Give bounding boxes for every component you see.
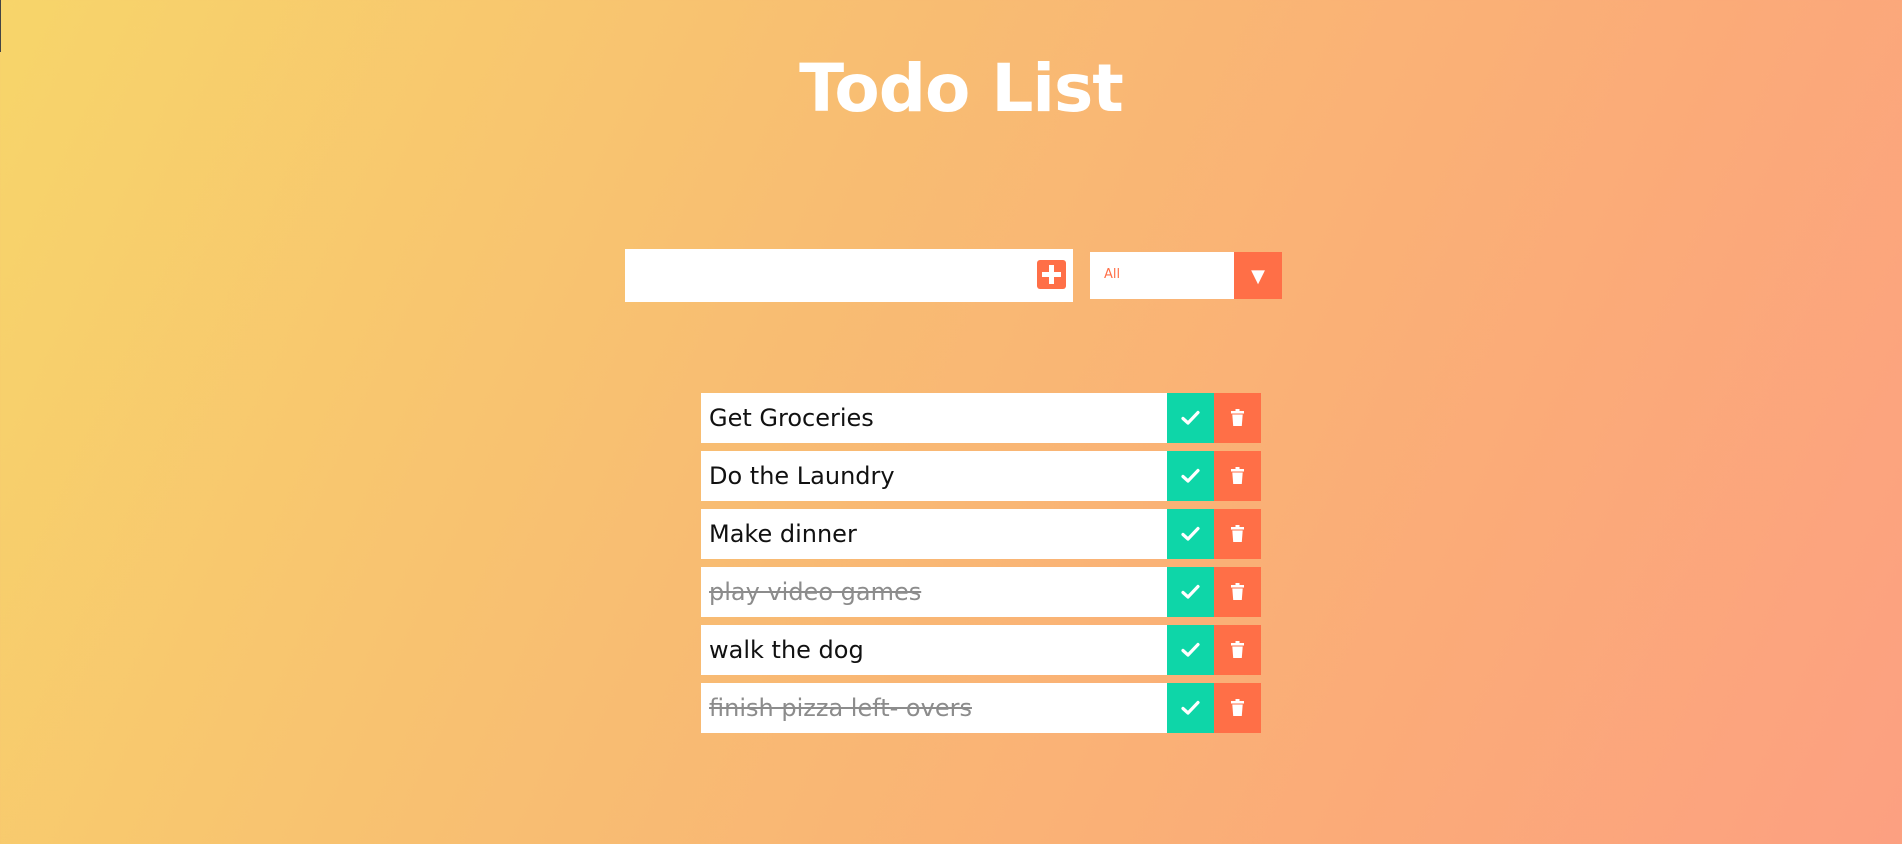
check-icon — [1181, 584, 1200, 599]
trash-icon — [1231, 583, 1244, 600]
page-title: Todo List — [799, 50, 1124, 127]
delete-button[interactable] — [1214, 509, 1261, 559]
check-icon — [1181, 700, 1200, 715]
complete-button[interactable] — [1167, 509, 1214, 559]
complete-button[interactable] — [1167, 393, 1214, 443]
todo-text: walk the dog — [709, 636, 864, 664]
check-icon — [1181, 410, 1200, 425]
todo-text: Get Groceries — [709, 404, 874, 432]
delete-button[interactable] — [1214, 567, 1261, 617]
trash-icon — [1231, 525, 1244, 542]
todo-item: finish pizza left- overs — [701, 683, 1261, 733]
filter-selected-value: All — [1104, 267, 1121, 282]
trash-icon — [1231, 467, 1244, 484]
check-icon — [1181, 468, 1200, 483]
complete-button[interactable] — [1167, 683, 1214, 733]
trash-icon — [1231, 409, 1244, 426]
plus-icon — [1042, 265, 1061, 284]
complete-button[interactable] — [1167, 451, 1214, 501]
trash-icon — [1231, 699, 1244, 716]
todo-text: play video games — [709, 578, 922, 606]
todo-item: Make dinner — [701, 509, 1261, 559]
complete-button[interactable] — [1167, 567, 1214, 617]
filter-select[interactable]: All ▼ — [1090, 252, 1282, 299]
todo-list: Get Groceries Do the Laundry Make dinner… — [701, 393, 1261, 741]
todo-item: Do the Laundry — [701, 451, 1261, 501]
todo-item: Get Groceries — [701, 393, 1261, 443]
complete-button[interactable] — [1167, 625, 1214, 675]
caret-down-icon[interactable]: ▼ — [1234, 252, 1282, 299]
todo-input[interactable] — [625, 249, 1025, 302]
todo-item: walk the dog — [701, 625, 1261, 675]
delete-button[interactable] — [1214, 393, 1261, 443]
todo-text: Make dinner — [709, 520, 857, 548]
check-icon — [1181, 526, 1200, 541]
todo-item: play video games — [701, 567, 1261, 617]
check-icon — [1181, 642, 1200, 657]
delete-button[interactable] — [1214, 625, 1261, 675]
trash-icon — [1231, 641, 1244, 658]
window-edge — [0, 0, 1, 52]
add-todo-form — [625, 249, 1073, 302]
delete-button[interactable] — [1214, 451, 1261, 501]
delete-button[interactable] — [1214, 683, 1261, 733]
todo-text: Do the Laundry — [709, 462, 895, 490]
add-todo-button[interactable] — [1037, 260, 1066, 289]
todo-text: finish pizza left- overs — [709, 694, 972, 722]
